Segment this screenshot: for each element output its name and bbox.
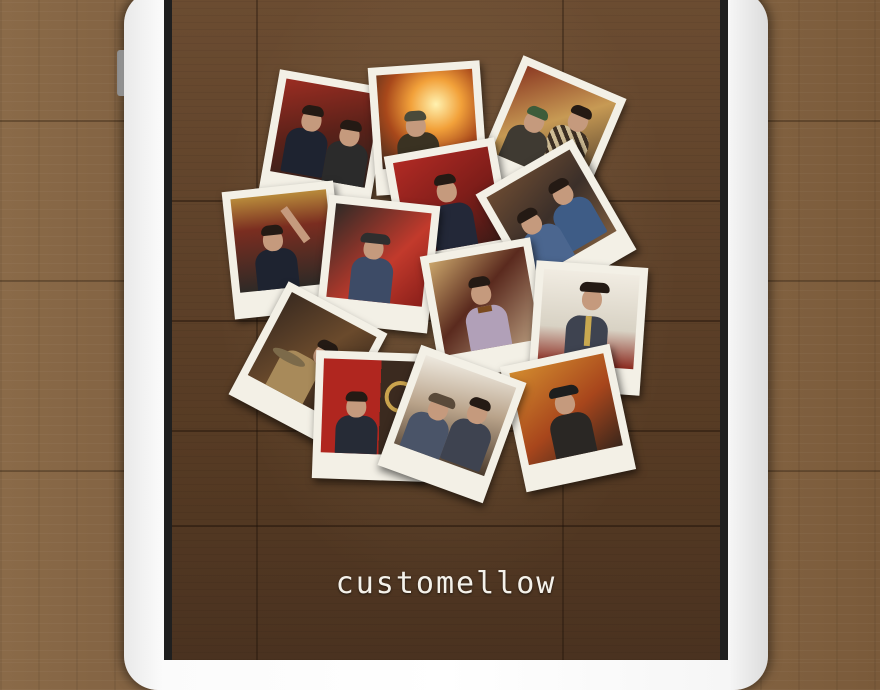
- screen-plank-seam: [256, 0, 258, 660]
- photo-cap-driver: [326, 203, 432, 307]
- photo-men-in-suits: [270, 78, 381, 188]
- screen-plank-line: [172, 525, 720, 527]
- photo-vest-group: [393, 354, 517, 477]
- app-screen: customellow: [172, 0, 720, 660]
- photo-cap-portrait: [509, 353, 623, 466]
- photo-bow-tie: [429, 246, 540, 356]
- app-title: customellow: [335, 566, 557, 601]
